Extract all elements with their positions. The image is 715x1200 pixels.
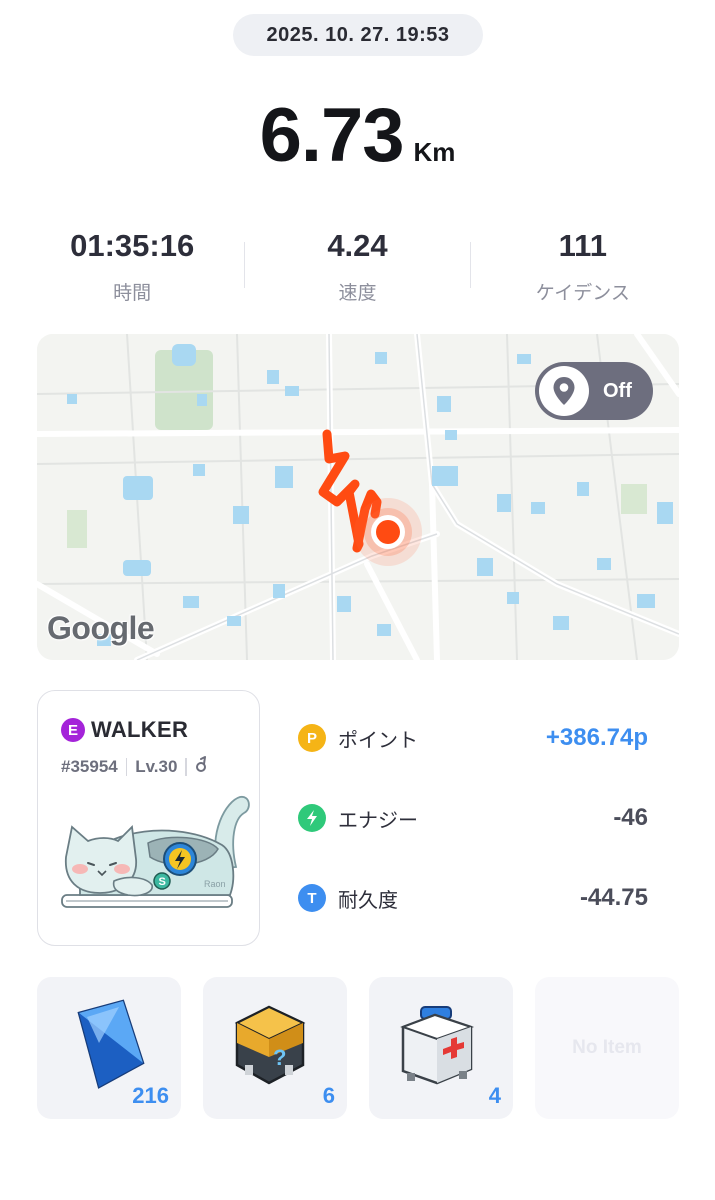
reward-label-durability: 耐久度: [338, 889, 398, 912]
meta-separator: [185, 757, 187, 776]
empty-slot-label: No Item: [572, 1037, 642, 1058]
stat-speed-label: 速度: [338, 283, 377, 304]
gender-icon: [195, 755, 207, 778]
location-toggle[interactable]: Off: [535, 362, 653, 420]
reward-label-points: ポイント: [338, 729, 418, 752]
item-slot-empty[interactable]: No Item: [535, 977, 679, 1119]
energy-icon: [298, 804, 326, 832]
point-icon: P: [298, 724, 326, 752]
shoe-title: E WALKER: [61, 717, 188, 743]
svg-text:S: S: [159, 876, 166, 888]
location-toggle-state: Off: [603, 379, 632, 402]
grade-badge: E: [61, 718, 85, 742]
svg-text:Raon: Raon: [204, 879, 226, 889]
stat-speed-value: 4.24: [327, 228, 388, 263]
reward-value-durability: -44.75: [579, 884, 648, 911]
stat-time-label: 時間: [113, 283, 152, 304]
item-count: 6: [322, 1083, 335, 1108]
record-datetime: 2025. 10. 27. 19:53: [266, 23, 450, 46]
meta-separator: [125, 757, 128, 776]
item-slot-crystal[interactable]: 216: [37, 977, 181, 1119]
distance-unit: Km: [413, 137, 456, 167]
reward-row-durability: T 耐久度 -44.75: [298, 878, 658, 918]
location-pin-icon: [539, 366, 589, 416]
mystery-box-icon: ?: [225, 993, 315, 1098]
shoe-type: WALKER: [91, 717, 189, 742]
durability-icon: T: [298, 884, 326, 912]
reward-value-energy: -46: [613, 804, 648, 831]
stat-cadence: 111 ケイデンス: [471, 228, 695, 308]
item-count: 216: [132, 1083, 169, 1108]
svg-text:?: ?: [273, 1045, 286, 1070]
cat-shoe-illustration: S Raon: [58, 783, 252, 918]
distance-value: 6.73: [259, 93, 405, 178]
item-slot-mystery-box[interactable]: ? 6: [203, 977, 347, 1119]
stat-speed: 4.24 速度: [245, 228, 469, 308]
shoe-card[interactable]: E WALKER #35954 Lv.30 S Raon: [37, 690, 260, 946]
stats-row: 01:35:16 時間 4.24 速度 111 ケイデンス: [20, 228, 695, 308]
reward-row-energy: エナジー -46: [298, 798, 658, 838]
first-aid-kit-icon: [391, 993, 481, 1098]
distance-display: 6.73 Km: [0, 92, 715, 182]
reward-label-energy: エナジー: [338, 809, 418, 832]
datetime-pill: 2025. 10. 27. 19:53: [233, 14, 483, 56]
item-count: 4: [488, 1083, 501, 1108]
stat-cadence-value: 111: [558, 228, 607, 263]
shoe-meta: #35954 Lv.30: [61, 755, 207, 778]
google-logo: Google: [47, 610, 155, 646]
shoe-id: #35954: [61, 756, 118, 776]
route-map[interactable]: Off Google: [37, 334, 679, 660]
stat-time-value: 01:35:16: [70, 228, 195, 263]
reward-value-points: +386.74p: [545, 724, 648, 751]
stat-cadence-label: ケイデンス: [535, 283, 630, 304]
item-slot-first-aid[interactable]: 4: [369, 977, 513, 1119]
item-slots: 216 ? 6 4 No Item: [37, 977, 679, 1119]
stat-time: 01:35:16 時間: [20, 228, 244, 308]
reward-row-points: P ポイント +386.74p: [298, 718, 658, 758]
shoe-level: Lv.30: [135, 756, 178, 776]
